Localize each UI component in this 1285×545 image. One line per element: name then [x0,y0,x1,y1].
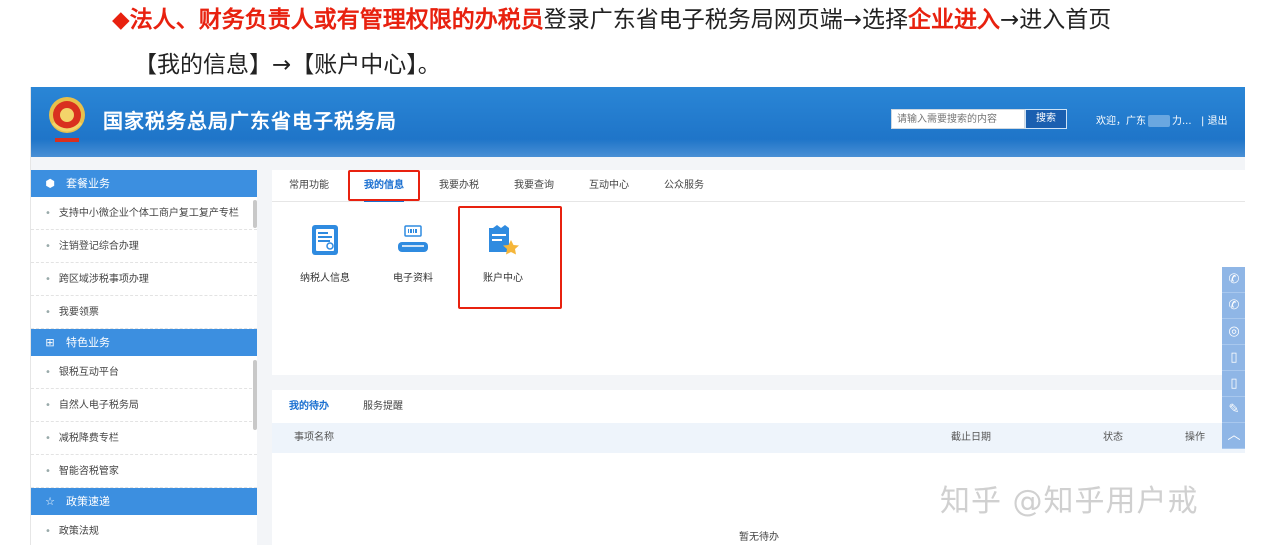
instruction-role-text: 法人、财务负责人或有管理权限的办税员 [129,7,544,33]
column-status: 状态 [1103,432,1123,443]
column-action: 操作 [1185,432,1205,443]
wechat-icon[interactable]: ✆ [1222,267,1245,293]
edit-icon[interactable]: ✎ [1222,397,1245,423]
todo-panel: 我的待办 服务提醒 更多 事项名称 截止日期 状态 操作 暂无待办 [272,390,1245,545]
tile-electronic-data[interactable]: 电子资料 [378,220,448,284]
empty-todo-text: 暂无待办 [739,532,779,543]
sidebar-item[interactable]: 自然人电子税务局 [31,389,257,422]
sidebar: ⬢ 套餐业务 支持中小微企业个体工商户复工复产专栏 注销登记综合办理 跨区域涉税… [31,170,257,545]
instruction-enterprise-text: 企业进入 [907,7,1000,33]
tab-common-functions[interactable]: 常用功能 [289,170,329,202]
welcome-text: 欢迎，广东 力... [1096,112,1192,127]
sidebar-item[interactable]: 减税降费专栏 [31,422,257,455]
grid-icon: ⊞ [45,335,55,349]
sidebar-item[interactable]: 银税互动平台 [31,356,257,389]
sidebar-scrollbar[interactable] [253,200,257,228]
highlight-box-my-info-tab [348,170,420,201]
taxpayer-info-icon [312,225,338,255]
main-function-panel: 常用功能 我的信息 我要办税 我要查询 互动中心 公众服务 纳税人信息 电子资料… [272,170,1245,375]
sidebar-section-label: 特色业务 [66,336,110,349]
header-wave [31,139,1245,157]
tab-query[interactable]: 我要查询 [514,170,554,202]
welcome-suffix: 力... [1172,116,1192,127]
site-title: 国家税务总局广东省电子税务局 [103,109,397,133]
star-icon: ☆ [45,494,55,508]
tab-tax-handling[interactable]: 我要办税 [439,170,479,202]
tax-emblem-icon [49,97,85,142]
sidebar-item[interactable]: 我要领票 [31,296,257,329]
mobile-icon[interactable]: ▯ [1222,345,1245,371]
instruction-text-2: →进入首页 [999,7,1112,33]
logout-link[interactable]: 退出 [1208,116,1228,127]
sidebar-section-label: 政策速递 [66,495,110,508]
sidebar-section-label: 套餐业务 [66,177,110,190]
tile-label: 纳税人信息 [300,273,350,284]
instruction-text-1: 登录广东省电子税务局网页端→选择 [543,7,908,33]
logout-area: | 退出 [1201,112,1228,127]
sidebar-scrollbar[interactable] [253,360,257,430]
welcome-prefix: 欢迎，广东 [1096,116,1146,127]
redacted-name [1148,115,1170,127]
tab-service-reminder[interactable]: 服务提醒 [363,390,403,423]
watermark-text: 知乎 @知乎用户戒 [940,484,1199,519]
sidebar-section-featured[interactable]: ⊞ 特色业务 [31,329,257,356]
wechat-icon[interactable]: ✆ [1222,293,1245,319]
chevron-up-icon[interactable]: ︿ [1222,423,1245,449]
floating-toolbar: ✆ ✆ ◎ ▯ ▯ ✎ ︿ [1222,267,1245,449]
mobile-icon[interactable]: ▯ [1222,371,1245,397]
tab-interaction-center[interactable]: 互动中心 [589,170,629,202]
instruction-line-2: 【我的信息】→【账户中心】。 [134,52,441,78]
header-separator: | [1201,116,1205,127]
tile-label: 电子资料 [393,273,433,284]
highlight-box-account-center [458,206,562,309]
search-button[interactable]: 搜索 [1025,109,1067,129]
sidebar-item[interactable]: 支持中小微企业个体工商户复工复产专栏 [31,197,257,230]
column-deadline: 截止日期 [951,432,991,443]
search-input[interactable] [891,109,1025,129]
instruction-line-1: ◆法人、财务负责人或有管理权限的办税员登录广东省电子税务局网页端→选择企业进入→… [112,5,1111,35]
sidebar-item[interactable]: 政策法规 [31,515,257,545]
sidebar-item[interactable]: 智能咨税管家 [31,455,257,488]
todo-table-header: 事项名称 截止日期 状态 操作 [272,423,1245,453]
tab-my-todo[interactable]: 我的待办 [289,390,329,423]
site-header: 国家税务总局广东省电子税务局 搜索 欢迎，广东 力... | 退出 [31,87,1245,157]
tile-taxpayer-info[interactable]: 纳税人信息 [290,220,360,284]
sidebar-item[interactable]: 跨区域涉税事项办理 [31,263,257,296]
column-item-name: 事项名称 [294,432,334,443]
tab-public-service[interactable]: 公众服务 [664,170,704,202]
cube-icon: ⬢ [45,176,55,190]
sidebar-section-policy[interactable]: ☆ 政策速递 [31,488,257,515]
sidebar-section-package[interactable]: ⬢ 套餐业务 [31,170,257,197]
instruction-marker: ◆ [112,7,130,33]
electronic-data-icon [398,225,428,252]
sidebar-item[interactable]: 注销登记综合办理 [31,230,257,263]
todo-tabs: 我的待办 服务提醒 更多 [272,390,1245,423]
weibo-icon[interactable]: ◎ [1222,319,1245,345]
